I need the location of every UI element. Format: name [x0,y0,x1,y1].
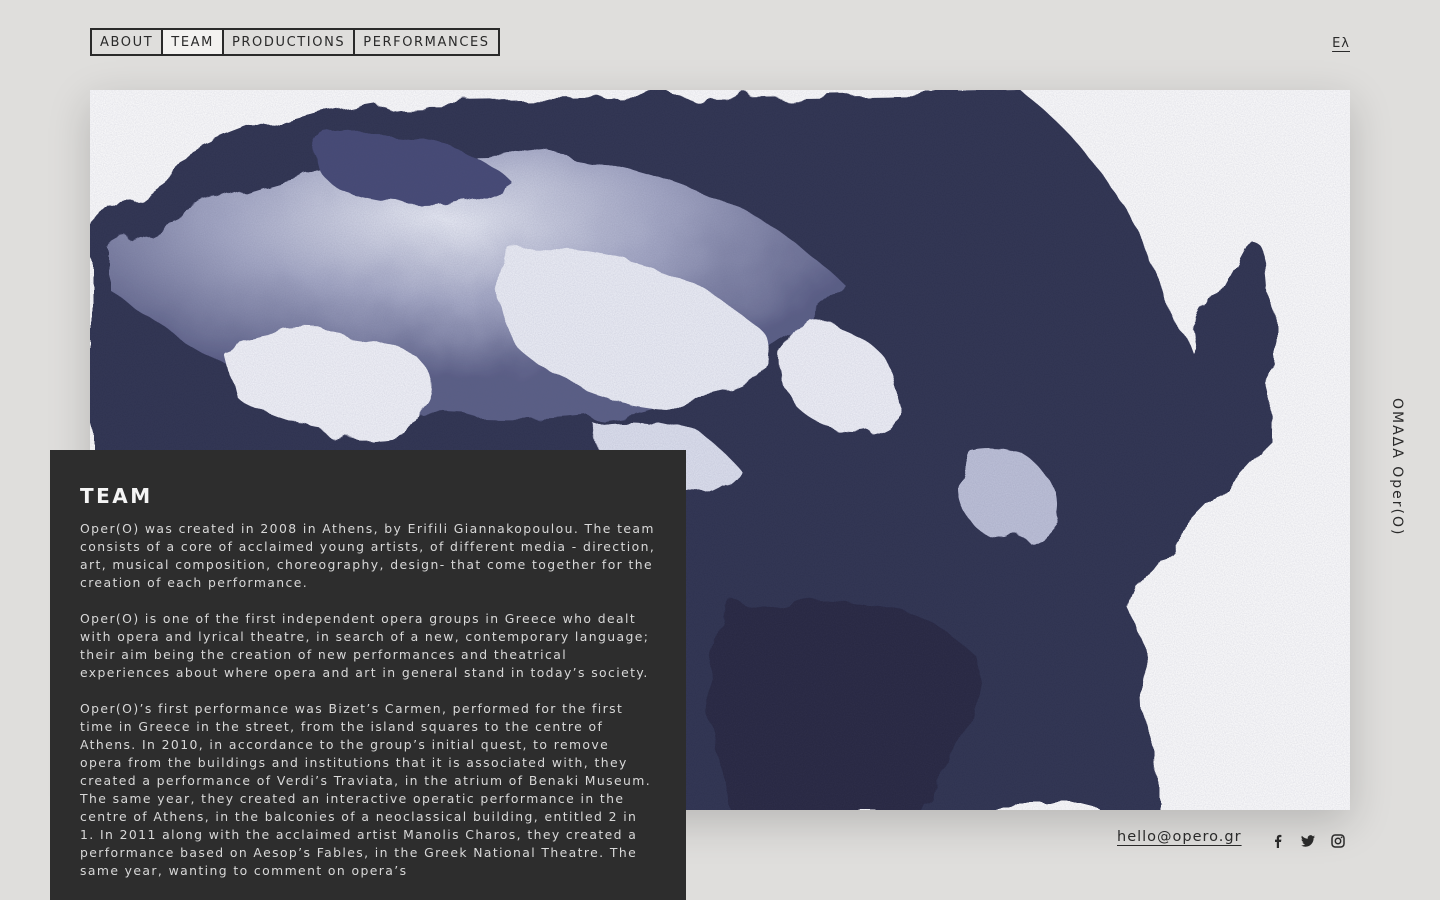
nav-team[interactable]: TEAM [163,30,224,54]
vertical-group-name: ΟΜΑΔΑ Oper(O) [1389,398,1405,537]
team-paragraph: Oper(O)’s first performance was Bizet’s … [80,701,652,878]
nav-performances[interactable]: PERFORMANCES [355,30,497,54]
contact-email-link[interactable]: hello@opero.gr [1117,829,1242,845]
facebook-icon[interactable] [1270,833,1286,849]
panel-title: TEAM [80,484,153,508]
main-nav: ABOUT TEAM PRODUCTIONS PERFORMANCES [90,28,500,56]
team-paragraph: Oper(O) was created in 2008 in Athens, b… [80,521,656,590]
team-paragraph: Oper(O) is one of the first independent … [80,611,650,680]
language-toggle[interactable]: Ελ [1332,36,1350,51]
team-info-panel: TEAM Oper(O) was created in 2008 in Athe… [50,450,686,900]
twitter-icon[interactable] [1300,833,1316,849]
social-links [1270,833,1346,849]
nav-productions[interactable]: PRODUCTIONS [224,30,356,54]
nav-about[interactable]: ABOUT [92,30,164,54]
instagram-icon[interactable] [1330,833,1346,849]
